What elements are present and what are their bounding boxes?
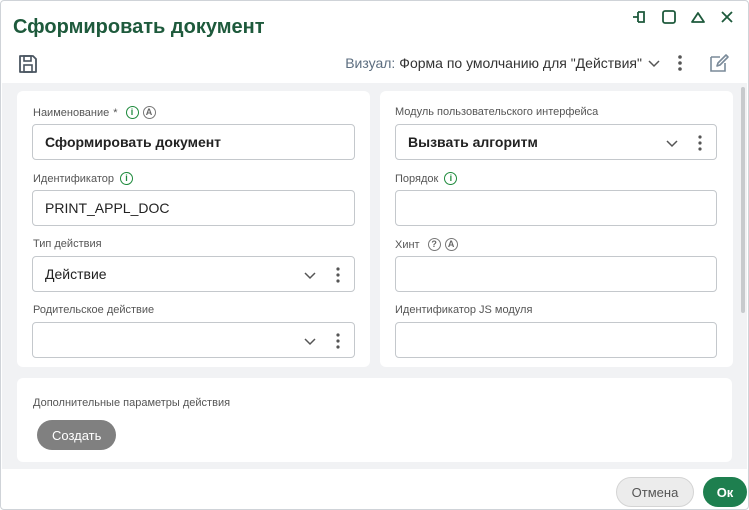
more-vert-icon[interactable] xyxy=(674,52,686,74)
cancel-button[interactable]: Отмена xyxy=(616,477,694,507)
ok-button[interactable]: Ок xyxy=(703,477,747,507)
identifier-value: PRINT_APPL_DOC xyxy=(45,200,170,216)
scrollbar[interactable] xyxy=(741,87,745,313)
info-icon[interactable]: i xyxy=(444,172,458,185)
dialog-title: Сформировать документ xyxy=(13,16,265,38)
info-icon[interactable]: i xyxy=(119,172,133,185)
chevron-down-icon[interactable] xyxy=(648,57,660,69)
pin-icon[interactable] xyxy=(631,8,649,26)
more-vert-icon[interactable] xyxy=(334,331,342,351)
extra-params-card: Дополнительные параметры действия Создат… xyxy=(17,378,732,462)
js-module-label: Идентификатор JS модуля xyxy=(395,304,533,316)
more-vert-icon[interactable] xyxy=(696,133,704,153)
js-module-field[interactable] xyxy=(395,322,717,358)
maximize-icon[interactable] xyxy=(660,8,678,26)
form-content: Наименование * i A Сформировать документ… xyxy=(2,83,747,469)
identifier-field[interactable]: PRINT_APPL_DOC xyxy=(32,190,355,226)
close-icon[interactable] xyxy=(718,8,736,26)
edit-form-icon[interactable] xyxy=(708,52,730,74)
collapse-icon[interactable] xyxy=(689,8,707,26)
hint-label-row: Хинт ? A xyxy=(395,238,458,251)
chevron-down-icon[interactable] xyxy=(304,335,316,347)
window-controls xyxy=(631,8,736,26)
chevron-down-icon[interactable] xyxy=(666,137,678,149)
name-label: Наименование xyxy=(33,106,110,119)
ui-module-label-row: Модуль пользовательского интерфейса xyxy=(395,106,598,118)
left-card: Наименование * i A Сформировать документ… xyxy=(17,91,370,367)
chevron-down-icon[interactable] xyxy=(304,269,316,281)
ui-module-select[interactable]: Вызвать алгоритм xyxy=(395,124,717,160)
action-type-select[interactable]: Действие xyxy=(32,256,355,292)
extra-params-label: Дополнительные параметры действия xyxy=(33,397,231,409)
help-icon[interactable]: ? xyxy=(427,238,441,251)
parent-action-label: Родительское действие xyxy=(33,304,155,316)
parent-action-select[interactable] xyxy=(32,322,355,358)
create-button[interactable]: Создать xyxy=(37,420,117,450)
action-type-label-row: Тип действия xyxy=(33,238,102,250)
name-label-row: Наименование * i A xyxy=(33,106,156,119)
dialog: Сформировать документ Визуал: Форма по у… xyxy=(0,0,749,510)
parent-action-label-row: Родительское действие xyxy=(33,304,154,316)
visual-value[interactable]: Форма по умолчанию для "Действия" xyxy=(399,55,642,71)
identifier-label-row: Идентификатор i xyxy=(33,172,133,185)
order-label: Порядок xyxy=(395,172,439,185)
identifier-label: Идентификатор xyxy=(33,172,114,185)
info-icon[interactable]: i xyxy=(125,106,139,119)
name-field[interactable]: Сформировать документ xyxy=(32,124,355,160)
order-label-row: Порядок i xyxy=(395,172,458,185)
action-type-value: Действие xyxy=(45,266,107,282)
more-vert-icon[interactable] xyxy=(334,265,342,285)
hint-label: Хинт xyxy=(395,238,420,251)
right-card: Модуль пользовательского интерфейса Вызв… xyxy=(380,91,733,367)
ui-module-label: Модуль пользовательского интерфейса xyxy=(395,106,599,118)
ui-module-value: Вызвать алгоритм xyxy=(408,134,538,150)
visual-label: Визуал: xyxy=(345,55,396,71)
order-field[interactable] xyxy=(395,190,717,226)
auto-icon[interactable]: A xyxy=(142,106,156,119)
required-mark: * xyxy=(113,106,118,119)
visual-selector[interactable]: Визуал: Форма по умолчанию для "Действия… xyxy=(345,55,660,71)
name-value: Сформировать документ xyxy=(45,134,222,150)
hint-field[interactable] xyxy=(395,256,717,292)
save-icon[interactable] xyxy=(17,53,39,75)
auto-icon[interactable]: A xyxy=(444,238,458,251)
js-module-label-row: Идентификатор JS модуля xyxy=(395,304,532,316)
action-type-label: Тип действия xyxy=(33,238,102,250)
